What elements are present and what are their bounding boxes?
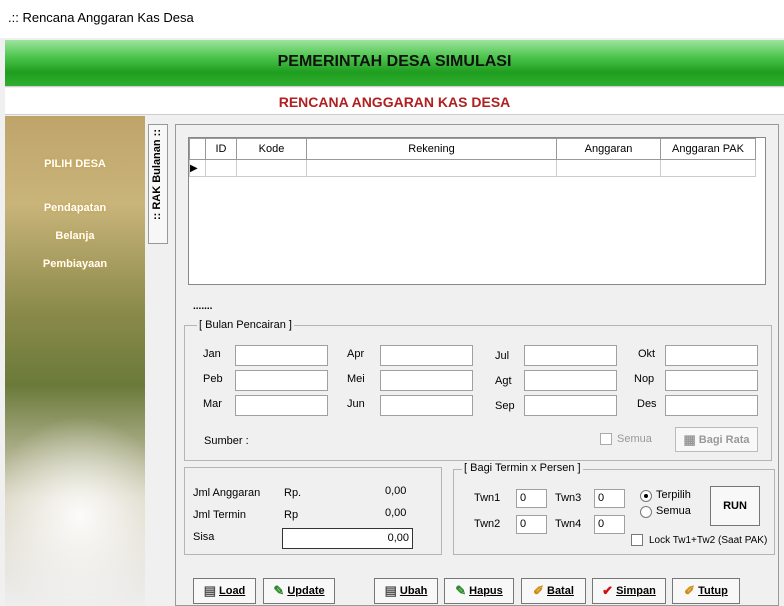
lock-label: Lock Tw1+Tw2 (Saat PAK) (649, 535, 768, 546)
agt-input[interactable] (524, 370, 617, 391)
run-button[interactable]: RUN (710, 486, 760, 526)
hapus-button[interactable]: ✎ Hapus (444, 578, 514, 604)
month-label-mar: Mar (203, 398, 222, 410)
rekening-grid[interactable]: ID Kode Rekening Anggaran Anggaran PAK ▶ (188, 137, 766, 285)
batal-button[interactable]: ✐ Batal (521, 578, 586, 604)
apr-input[interactable] (380, 345, 473, 366)
col-id: ID (205, 138, 237, 160)
month-label-mei: Mei (347, 373, 365, 385)
sumber-label: Sumber : (204, 435, 249, 447)
window-title: .:: Rencana Anggaran Kas Desa (0, 0, 784, 38)
month-label-apr: Apr (347, 348, 365, 360)
jml-anggaran-currency: Rp. (284, 487, 302, 499)
page-title: PEMERINTAH DESA SIMULASI (5, 40, 784, 87)
twn2-label: Twn2 (474, 518, 501, 530)
okt-input[interactable] (665, 345, 758, 366)
simpan-button[interactable]: ✔ Simpan (592, 578, 666, 604)
semua-checkbox-label: Semua (617, 433, 652, 445)
twn2-input[interactable]: 0 (516, 515, 547, 534)
lock-checkbox[interactable] (631, 534, 643, 546)
bagi-rata-button[interactable]: ▦ Bagi Rata (675, 427, 758, 452)
tutup-button[interactable]: ✐ Tutup (672, 578, 740, 604)
bulan-pencairan-legend: [ Bulan Pencairan ] (197, 319, 294, 331)
semua-radio-label: Semua (656, 505, 691, 517)
ubah-icon: ▤ (384, 583, 397, 598)
page-subtitle: RENCANA ANGGARAN KAS DESA (5, 88, 784, 115)
jml-termin-currency: Rp (284, 509, 299, 521)
sidebar-background (5, 416, 145, 606)
month-label-jul: Jul (495, 350, 510, 362)
month-label-okt: Okt (638, 348, 656, 360)
sisa-field[interactable]: 0,00 (282, 528, 413, 549)
sidebar-item-belanja[interactable]: Belanja (5, 230, 145, 242)
sidebar-item-pembiayaan[interactable]: Pembiayaan (5, 258, 145, 270)
twn4-input[interactable]: 0 (594, 515, 625, 534)
semua-checkbox[interactable] (600, 433, 612, 445)
sidebar-item-pendapatan[interactable]: Pendapatan (5, 202, 145, 214)
twn1-label: Twn1 (474, 492, 501, 504)
update-icon: ✎ (273, 583, 285, 598)
ubah-button[interactable]: ▤ Ubah (374, 578, 438, 604)
mar-input[interactable] (235, 395, 328, 416)
month-label-sep: Sep (495, 400, 515, 412)
jun-input[interactable] (380, 395, 473, 416)
sisa-label: Sisa (193, 531, 215, 543)
jml-termin-label: Jml Termin (193, 509, 246, 521)
load-button[interactable]: ▤ Load (193, 578, 256, 604)
twn3-input[interactable]: 0 (594, 489, 625, 508)
row-indicator-icon: ▶ (189, 159, 206, 177)
jml-anggaran-value: 0,00 (385, 485, 407, 497)
nop-input[interactable] (665, 370, 758, 391)
month-label-jun: Jun (347, 398, 365, 410)
month-label-agt: Agt (495, 375, 512, 387)
tutup-icon: ✐ (684, 583, 696, 598)
col-rekening: Rekening (306, 138, 557, 160)
col-anggaran: Anggaran (556, 138, 661, 160)
hapus-icon: ✎ (455, 583, 467, 598)
sidebar-item-pilih-desa[interactable]: PILIH DESA (5, 158, 145, 170)
mei-input[interactable] (380, 370, 473, 391)
termin-legend: [ Bagi Termin x Persen ] (462, 462, 583, 474)
dots-label: ....... (193, 301, 213, 312)
peb-input[interactable] (235, 370, 328, 391)
col-kode: Kode (236, 138, 307, 160)
terpilih-label: Terpilih (656, 489, 691, 501)
month-label-nop: Nop (634, 373, 655, 385)
des-input[interactable] (665, 395, 758, 416)
batal-icon: ✐ (533, 583, 544, 598)
twn1-input[interactable]: 0 (516, 489, 547, 508)
bagi-rata-icon: ▦ (683, 431, 696, 447)
sidebar: PILIH DESA Pendapatan Belanja Pembiayaan (5, 116, 145, 606)
table-row[interactable]: ▶ (189, 159, 756, 177)
semua-radio[interactable] (640, 506, 652, 518)
sep-input[interactable] (524, 395, 617, 416)
tab-rak-bulanan[interactable]: :: RAK Bulanan :: (148, 124, 168, 244)
month-label-des: Des (637, 398, 657, 410)
terpilih-radio[interactable] (640, 490, 652, 502)
month-label-jan: Jan (203, 348, 221, 360)
twn4-label: Twn4 (555, 518, 582, 530)
load-icon: ▤ (203, 583, 216, 598)
jul-input[interactable] (524, 345, 617, 366)
month-label-peb: Peb (203, 373, 223, 385)
jan-input[interactable] (235, 345, 328, 366)
grid-corner (189, 138, 206, 160)
jml-termin-value: 0,00 (385, 507, 407, 519)
checkmark-icon: ✔ (602, 583, 614, 598)
col-anggaran-pak: Anggaran PAK (660, 138, 756, 160)
jml-anggaran-label: Jml Anggaran (193, 487, 261, 499)
update-button[interactable]: ✎ Update (263, 578, 335, 604)
twn3-label: Twn3 (555, 492, 582, 504)
